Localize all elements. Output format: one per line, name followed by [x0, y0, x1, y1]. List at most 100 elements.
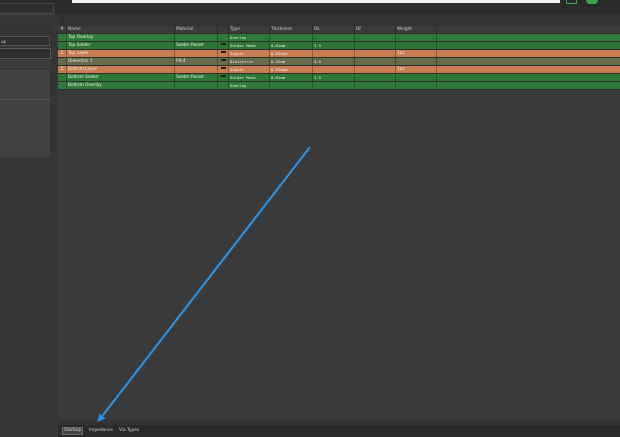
panel-field-2[interactable]: [0, 48, 51, 59]
layer-thickness[interactable]: [270, 34, 313, 41]
table-row[interactable]: Bottom Overlay Overlay: [58, 82, 620, 90]
layer-thickness[interactable]: 0.32mm: [270, 58, 313, 65]
layer-filler: [437, 74, 620, 81]
layer-type[interactable]: Solder Mask: [229, 42, 270, 49]
layer-name[interactable]: Bottom Overlay: [67, 82, 175, 89]
layer-index[interactable]: 2: [58, 66, 67, 73]
layer-dk[interactable]: [313, 34, 355, 41]
panel-field[interactable]: up: [0, 36, 50, 46]
layer-type[interactable]: Overlay: [229, 34, 270, 41]
layer-df[interactable]: [355, 58, 396, 65]
layer-material-picker[interactable]: [218, 58, 229, 65]
layer-thickness[interactable]: [270, 82, 313, 89]
layer-weight[interactable]: [396, 34, 437, 41]
tab-via-types[interactable]: Via Types: [118, 427, 140, 434]
layer-weight[interactable]: 1oz: [396, 50, 437, 57]
column-header-weight[interactable]: Weight: [396, 26, 437, 33]
layer-index[interactable]: [58, 74, 67, 81]
column-header-type[interactable]: Type: [229, 26, 270, 33]
layer-index[interactable]: 1: [58, 50, 67, 57]
table-row[interactable]: Top Solder Solder Resist Solder Mask 0.01mm…: [58, 42, 620, 50]
layer-dk[interactable]: [313, 66, 355, 73]
status-indicator-icon[interactable]: [586, 0, 598, 4]
layer-material-picker[interactable]: [218, 50, 229, 57]
ellipsis-icon[interactable]: [220, 75, 226, 77]
bottom-tab-bar: Stackup Impedance Via Types: [58, 425, 620, 437]
layer-thickness[interactable]: 0.01mm: [270, 42, 313, 49]
toolbar-button[interactable]: [566, 0, 577, 4]
column-header-dk[interactable]: Dk: [313, 26, 355, 33]
column-header-thickness[interactable]: Thickness: [270, 26, 313, 33]
layer-material-picker[interactable]: [218, 74, 229, 81]
layer-thickness[interactable]: 0.036mm: [270, 50, 313, 57]
layer-name[interactable]: Dielectric 1: [67, 58, 175, 65]
layer-name[interactable]: Top Layer: [67, 50, 175, 57]
layer-name[interactable]: Top Solder: [67, 42, 175, 49]
ellipsis-icon[interactable]: [220, 67, 226, 69]
layer-material[interactable]: Solder Resist: [175, 42, 218, 49]
layer-df[interactable]: [355, 34, 396, 41]
layer-df[interactable]: [355, 50, 396, 57]
layer-index[interactable]: [58, 34, 67, 41]
layer-name[interactable]: Bottom Layer: [67, 66, 175, 73]
layer-type[interactable]: Dielectric: [229, 58, 270, 65]
layer-dk[interactable]: 3.5: [313, 74, 355, 81]
table-row[interactable]: 1 Top Layer Signal 0.036mm 1oz: [58, 50, 620, 58]
layer-weight[interactable]: 1oz: [396, 66, 437, 73]
layer-material-picker[interactable]: [218, 34, 229, 41]
layer-weight[interactable]: [396, 42, 437, 49]
layer-dk[interactable]: [313, 82, 355, 89]
layer-type[interactable]: Solder Mask: [229, 74, 270, 81]
layer-df[interactable]: [355, 66, 396, 73]
layer-df[interactable]: [355, 42, 396, 49]
layer-material[interactable]: [175, 82, 218, 89]
panel-section: [0, 70, 50, 157]
tab-stackup[interactable]: Stackup: [62, 427, 84, 435]
table-row[interactable]: Bottom Solder Solder Resist Solder Mask 0.0…: [58, 74, 620, 82]
layer-weight[interactable]: [396, 82, 437, 89]
layer-material-picker[interactable]: [218, 82, 229, 89]
layer-filler: [437, 42, 620, 49]
layer-name[interactable]: Top Overlay: [67, 34, 175, 41]
layer-df[interactable]: [355, 82, 396, 89]
layer-material[interactable]: [175, 66, 218, 73]
layer-material-picker[interactable]: [218, 42, 229, 49]
layer-filler: [437, 34, 620, 41]
layer-type[interactable]: Signal: [229, 66, 270, 73]
layer-material-picker[interactable]: [218, 66, 229, 73]
layer-thickness[interactable]: 0.01mm: [270, 74, 313, 81]
toolbar-field[interactable]: [0, 3, 54, 14]
layer-index[interactable]: [58, 58, 67, 65]
table-row[interactable]: 2 Bottom Layer Signal 0.036mm 1oz: [58, 66, 620, 74]
table-row[interactable]: Top Overlay Overlay: [58, 34, 620, 42]
layer-thickness[interactable]: 0.036mm: [270, 66, 313, 73]
layer-df[interactable]: [355, 74, 396, 81]
layer-weight[interactable]: [396, 58, 437, 65]
layer-dk[interactable]: 3.5: [313, 42, 355, 49]
layer-material[interactable]: Solder Resist: [175, 74, 218, 81]
ellipsis-icon[interactable]: [220, 51, 226, 53]
layer-type[interactable]: Overlay: [229, 82, 270, 89]
column-header-name[interactable]: Name: [67, 26, 175, 33]
layer-index[interactable]: [58, 82, 67, 89]
layer-stack-editor: # Name Material Type Thickness Dk Df Wei…: [58, 14, 620, 426]
table-row[interactable]: Dielectric 1 FR-4 Dielectric 0.32mm 4.5: [58, 58, 620, 66]
column-header-df[interactable]: Df: [355, 26, 396, 33]
properties-panel: up: [0, 14, 58, 437]
layer-dk[interactable]: 4.5: [313, 58, 355, 65]
toolbar-input[interactable]: [72, 0, 560, 3]
layer-material[interactable]: [175, 34, 218, 41]
layer-weight[interactable]: [396, 74, 437, 81]
layer-material[interactable]: FR-4: [175, 58, 218, 65]
layer-index[interactable]: [58, 42, 67, 49]
tab-impedance[interactable]: Impedance: [88, 427, 114, 434]
ellipsis-icon[interactable]: [220, 59, 226, 61]
column-header-index[interactable]: #: [58, 26, 67, 33]
layer-name[interactable]: Bottom Solder: [67, 74, 175, 81]
layer-material[interactable]: [175, 50, 218, 57]
ellipsis-icon[interactable]: [220, 43, 226, 45]
layer-type[interactable]: Signal: [229, 50, 270, 57]
layer-dk[interactable]: [313, 50, 355, 57]
column-header-spacer: [218, 26, 229, 33]
column-header-material[interactable]: Material: [175, 26, 218, 33]
